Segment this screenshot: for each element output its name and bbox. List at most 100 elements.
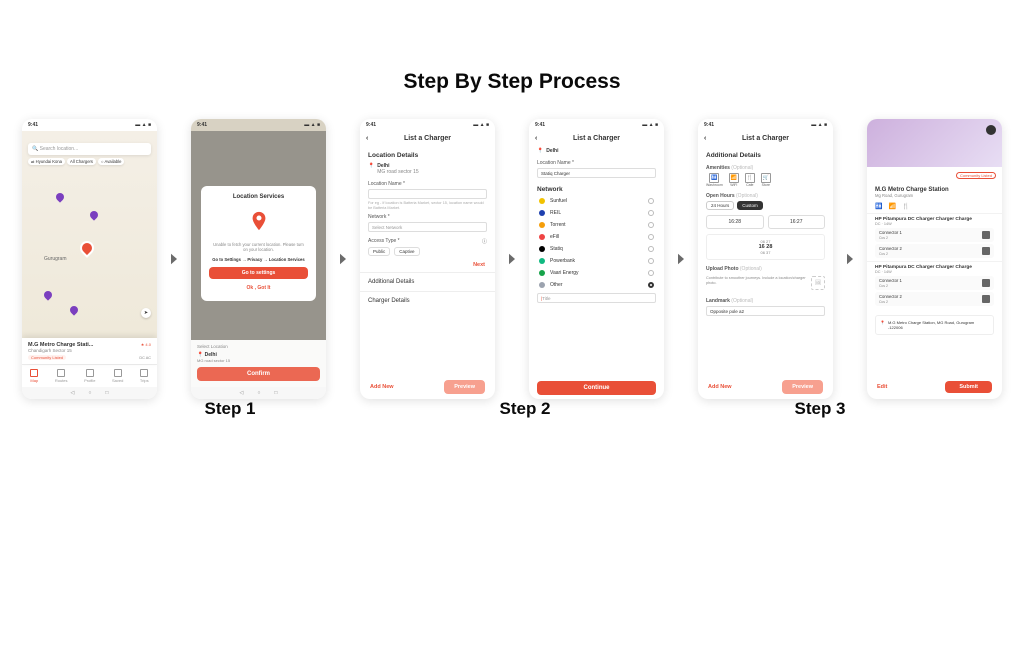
section-location-details: Location Details: [360, 146, 495, 161]
store-icon: 🛒: [761, 173, 771, 183]
location-name-input[interactable]: Statiq Charger: [537, 168, 656, 178]
chip-available[interactable]: ○ Available: [98, 158, 124, 165]
step-labels: Step 1 Step 2 Step 3: [0, 399, 1024, 419]
wifi-icon: 📶: [888, 203, 895, 210]
map-pin-icon[interactable]: [68, 304, 79, 315]
hours-toggle: 24 Hours Custom: [698, 199, 833, 212]
upload-desc: Contribute to smoother journeys. Include…: [706, 276, 807, 290]
landmark-input[interactable]: Opposite pole a2: [706, 306, 825, 316]
form-footer: Add New Preview: [360, 375, 495, 399]
screen-map: 9:41▬ ▲ ■ 🔍 Search location... ⇌ Hyundai…: [22, 119, 157, 399]
arrow-icon: [670, 248, 692, 270]
map-view[interactable]: 🔍 Search location... ⇌ Hyundai Kona All …: [22, 131, 157, 364]
map-pin-icon[interactable]: [54, 191, 65, 202]
chip-vehicle[interactable]: ⇌ Hyundai Kona: [28, 158, 65, 165]
network-sunfuel[interactable]: Sunfuel: [529, 195, 664, 207]
status-bar: 9:41▬ ▲ ■: [360, 119, 495, 131]
search-input[interactable]: 🔍 Search location...: [28, 143, 151, 155]
android-nav: ◁○□: [191, 387, 326, 399]
tab-saved[interactable]: Saved: [112, 369, 123, 383]
network-efill[interactable]: eFill: [529, 231, 664, 243]
hours-24[interactable]: 24 Hours: [706, 201, 734, 210]
chip-all-chargers[interactable]: All Chargers: [67, 158, 96, 165]
step-3-label: Step 3: [680, 399, 960, 419]
screen-network-select: 9:41▬ ▲ ■ ‹List a Charger 📍Delhi Locatio…: [529, 119, 664, 399]
time-from[interactable]: 16:28: [706, 215, 764, 229]
back-icon[interactable]: ‹: [535, 135, 537, 142]
network-powerbank[interactable]: Powerbank: [529, 255, 664, 267]
network-other[interactable]: Other: [529, 279, 664, 291]
connector-row[interactable]: Connector 1Ccs 2: [875, 276, 994, 290]
station-card[interactable]: M.G Metro Charge Stati...★ 4.0 Chandigar…: [22, 338, 157, 364]
network-select[interactable]: Select Network: [368, 222, 487, 232]
add-new-button[interactable]: Add New: [370, 384, 394, 390]
time-picker[interactable]: 06 27 16 28 06 37: [706, 234, 825, 260]
ok-got-it-button[interactable]: Ok , Got It: [209, 283, 308, 293]
map-strip[interactable]: [867, 119, 1002, 167]
screens-row: 9:41▬ ▲ ■ 🔍 Search location... ⇌ Hyundai…: [0, 119, 1024, 399]
charger-type: DC · 14W: [875, 270, 994, 274]
amenity-washroom[interactable]: 🚻Washroom: [706, 173, 723, 187]
amenity-wifi[interactable]: 📶WiFi: [729, 173, 739, 187]
amenities-icons: 🚻📶🍴: [867, 200, 1002, 213]
network-torrent[interactable]: Torrent: [529, 219, 664, 231]
time-range: 16:28 16:27: [698, 212, 833, 232]
tab-profile[interactable]: Profile: [84, 369, 95, 383]
screen-location-modal: 9:41▬ ▲ ■ Location Services Unable to fe…: [191, 119, 326, 399]
wifi-icon: 📶: [729, 173, 739, 183]
map-pin-selected-icon[interactable]: [77, 238, 97, 258]
screen-station-detail: Community Listed M.G Metro Charge Statio…: [867, 119, 1002, 399]
preview-button[interactable]: Preview: [444, 380, 485, 394]
amenities-row: 🚻Washroom 📶WiFi 🍴Cafe 🛒Store: [698, 171, 833, 189]
network-vaari[interactable]: Vaari Energy: [529, 267, 664, 279]
continue-button[interactable]: Continue: [537, 381, 656, 395]
charger-type: DC · 14W: [875, 222, 994, 226]
tab-map[interactable]: Map: [30, 369, 38, 383]
screen-title: ‹List a Charger: [529, 131, 664, 146]
cafe-icon: 🍴: [745, 173, 755, 183]
modal-path: Go to Settings → Privacy → Location Serv…: [209, 257, 308, 262]
preview-button[interactable]: Preview: [782, 380, 823, 394]
time-to[interactable]: 16:27: [768, 215, 826, 229]
address-box: 📍M.G Metro Charge Station, MG Road, Guru…: [875, 315, 994, 335]
step-2-label: Step 2: [370, 399, 680, 419]
amenity-cafe[interactable]: 🍴Cafe: [745, 173, 755, 187]
location-name-input[interactable]: [368, 189, 487, 199]
amenity-store[interactable]: 🛒Store: [761, 173, 771, 187]
network-statiq[interactable]: Statiq: [529, 243, 664, 255]
access-captive[interactable]: Captive: [394, 247, 419, 256]
tab-routes[interactable]: Routes: [55, 369, 68, 383]
confirm-button[interactable]: Confirm: [197, 367, 320, 381]
station-subtitle: Mg Road, Gurugram: [875, 193, 994, 198]
locate-button[interactable]: ➤: [141, 308, 151, 318]
connector-row[interactable]: Connector 2Ccs 2: [875, 292, 994, 306]
go-to-settings-button[interactable]: Go to settings: [209, 267, 308, 279]
upload-button[interactable]: 🖼: [811, 276, 825, 290]
select-location-label: Select Location: [197, 344, 320, 349]
connector-row[interactable]: Connector 1Ccs 2: [875, 228, 994, 242]
submit-button[interactable]: Submit: [945, 381, 992, 393]
add-new-button[interactable]: Add New: [708, 384, 732, 390]
status-bar: 9:41▬ ▲ ■: [22, 119, 157, 131]
edit-button[interactable]: Edit: [877, 384, 935, 390]
modal-title: Location Services: [209, 194, 308, 200]
hours-custom[interactable]: Custom: [737, 201, 763, 210]
section-additional[interactable]: Additional Details: [360, 272, 495, 291]
network-reil[interactable]: REIL: [529, 207, 664, 219]
tab-trips[interactable]: Trips: [140, 369, 149, 383]
arrow-icon: [839, 248, 861, 270]
map-pin-icon[interactable]: [42, 289, 53, 300]
back-icon[interactable]: ‹: [366, 135, 368, 142]
status-bar: 9:41▬ ▲ ■: [191, 119, 326, 131]
other-title-input[interactable]: |Title: [537, 293, 656, 303]
section-charger[interactable]: Charger Details: [360, 291, 495, 310]
next-button[interactable]: Next: [360, 258, 495, 272]
back-icon[interactable]: ‹: [704, 135, 706, 142]
map-pin-icon[interactable]: [88, 209, 99, 220]
access-label: Access Type *ⓘ: [360, 238, 495, 245]
connector-row[interactable]: Connector 2Ccs 2: [875, 244, 994, 258]
access-public[interactable]: Public: [368, 247, 390, 256]
close-icon[interactable]: [986, 125, 996, 135]
station-sub: Chandigarh Sector 15: [28, 348, 151, 353]
info-icon[interactable]: ⓘ: [482, 238, 487, 245]
